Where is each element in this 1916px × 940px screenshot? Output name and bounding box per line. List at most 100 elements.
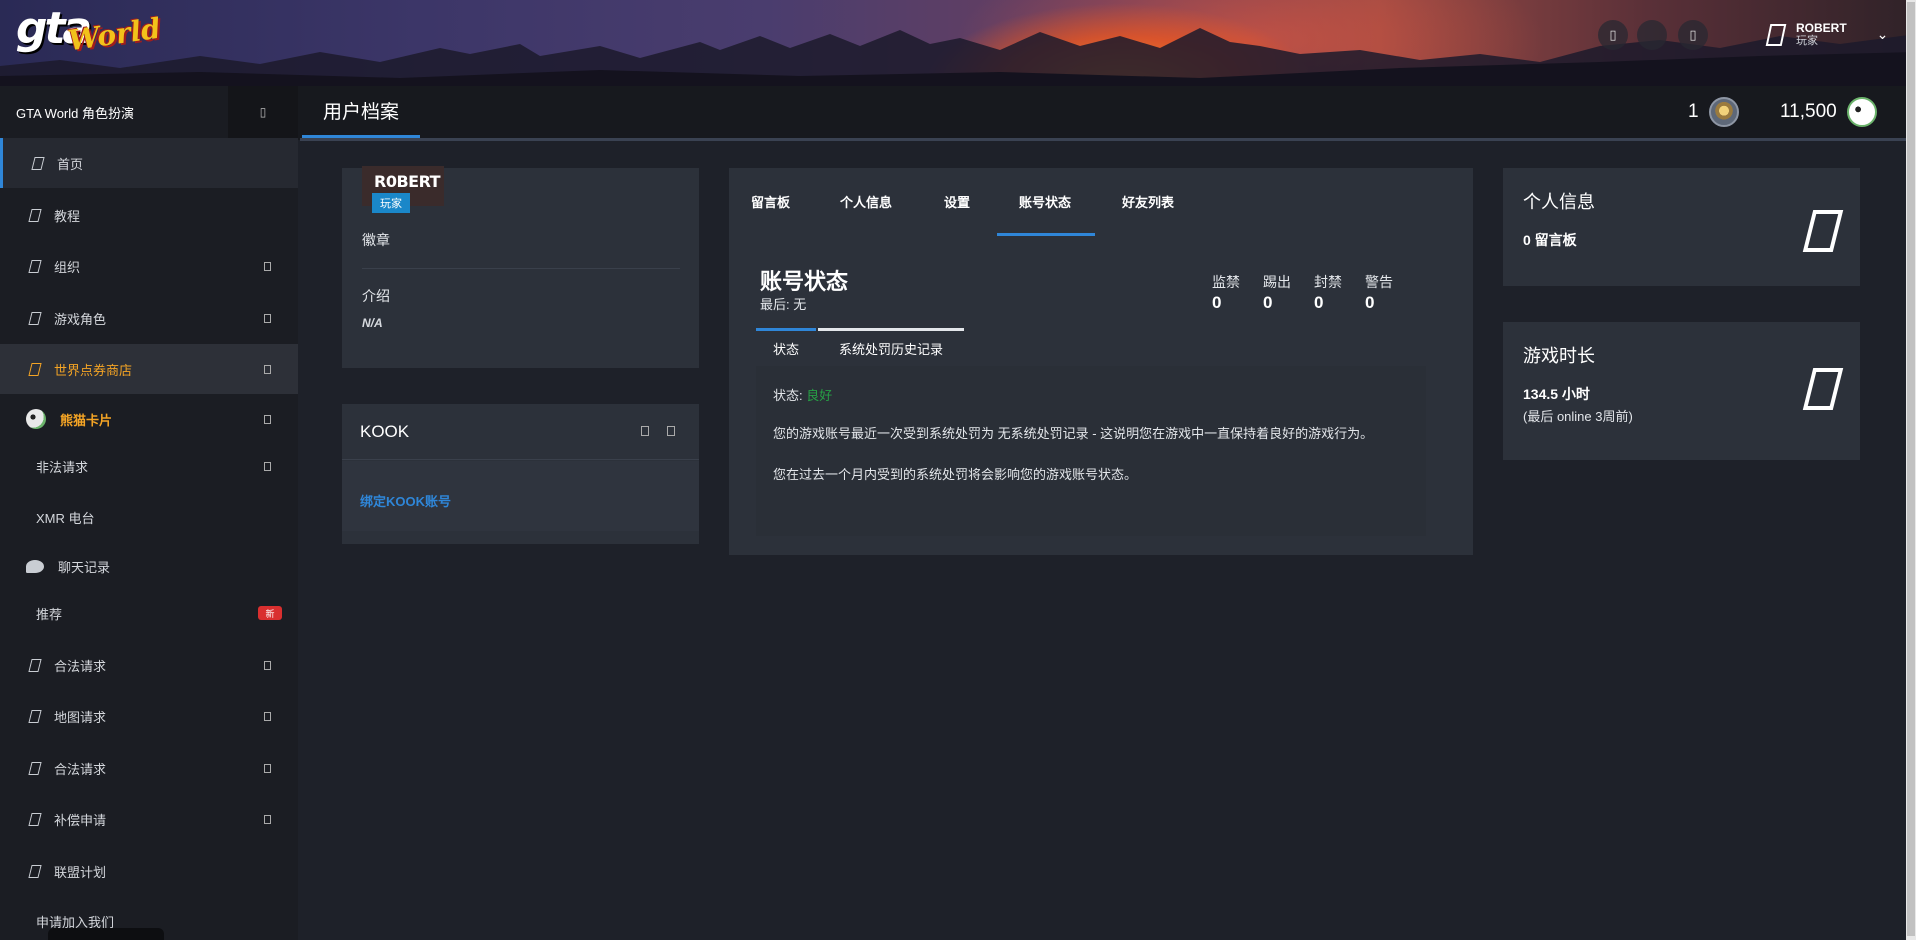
subtab-punishment-history[interactable]: 系统处罚历史记录	[818, 328, 964, 366]
document-icon	[28, 761, 42, 775]
kook-body: 绑定KOOK账号	[342, 461, 699, 531]
header-banner: gta World ▯ ▯ ROBERT 玩家 ⌄	[0, 0, 1916, 86]
sidebar-item-characters[interactable]: 游戏角色	[0, 293, 298, 343]
document-icon[interactable]: ▯	[1678, 20, 1708, 50]
document-icon[interactable]: ▯	[1598, 20, 1628, 50]
medal-icon	[1708, 97, 1739, 127]
sidebar-item-illegal-request[interactable]: 非法请求	[0, 441, 298, 491]
document-icon	[31, 156, 45, 170]
sidebar-item-panda-card[interactable]: 熊猫卡片	[0, 394, 298, 444]
document-icon	[28, 864, 42, 878]
sidebar-item-compensation[interactable]: 补偿申请	[0, 794, 298, 844]
kook-card: KOOK 绑定KOOK账号	[342, 404, 699, 544]
last-punishment: 最后: 无	[760, 297, 807, 312]
status-paragraph: 您的游戏账号最近一次受到系统处罚为 无系统处罚记录 - 这说明您在游戏中一直保持…	[773, 426, 1374, 441]
card-title: 游戏时长	[1523, 346, 1595, 366]
site-logo[interactable]: gta World	[16, 4, 163, 58]
chat-icon	[26, 559, 44, 573]
page-title: 用户档案	[302, 86, 420, 138]
expand-icon	[264, 814, 271, 824]
document-icon	[28, 658, 42, 672]
chevron-down-icon[interactable]: ⌄	[1877, 26, 1889, 43]
profile-name: R0BERT	[374, 172, 441, 191]
count-ban: 封禁 0	[1314, 274, 1342, 312]
status-paragraph: 您在过去一个月内受到的系统处罚将会影响您的游戏账号状态。	[773, 467, 1138, 482]
card-title: 个人信息	[1523, 192, 1595, 212]
new-badge: 新	[258, 606, 282, 620]
personal-info-card: 个人信息 0 留言板	[1503, 168, 1860, 286]
expand-icon	[264, 660, 271, 670]
tab-account-status[interactable]: 账号状态	[1019, 192, 1071, 211]
intro-value: N/A	[362, 316, 383, 330]
top-bar: GTA World 角色扮演 ▯ 用户档案 1 11,500	[0, 86, 1916, 140]
site-name[interactable]: GTA World 角色扮演	[0, 86, 228, 138]
count-warning: 警告 0	[1365, 274, 1393, 312]
avatar-icon[interactable]	[1637, 20, 1667, 50]
sidebar-item-map-request[interactable]: 地图请求	[0, 691, 298, 741]
document-icon	[28, 812, 42, 826]
expand-icon	[264, 261, 271, 271]
subtab-status[interactable]: 状态	[756, 328, 816, 366]
expand-icon	[264, 461, 271, 471]
status-line: 状态: 良好	[773, 388, 833, 403]
badges-label: 徽章	[362, 232, 390, 248]
sidebar-item-organization[interactable]: 组织	[0, 241, 298, 291]
status-panel	[756, 366, 1426, 536]
sidebar-item-tutorial[interactable]: 教程	[0, 190, 298, 240]
sidebar-item-affiliate[interactable]: 联盟计划	[0, 846, 298, 896]
card-value: 134.5 小时	[1523, 386, 1590, 402]
sidebar-item-chat-log[interactable]: 聊天记录	[0, 541, 298, 591]
user-name: ROBERT	[1796, 21, 1847, 35]
role-badge: 玩家	[372, 193, 410, 213]
document-icon	[28, 259, 42, 273]
menu-toggle-icon[interactable]: ▯	[228, 86, 298, 138]
close-icon[interactable]	[667, 426, 675, 436]
active-tab-indicator	[997, 233, 1095, 236]
account-status-card: 留言板 个人信息 设置 账号状态 好友列表 账号状态 最后: 无 监禁 0 踢出 0…	[729, 168, 1473, 555]
count-jail: 监禁 0	[1212, 274, 1240, 312]
expand-icon	[264, 313, 271, 323]
document-icon	[28, 311, 42, 325]
document-icon	[28, 362, 42, 376]
medal-count: 1	[1688, 86, 1739, 138]
divider	[362, 268, 680, 269]
card-subtext: (最后 online 3周前)	[1523, 409, 1633, 424]
count-kick: 踢出 0	[1263, 274, 1291, 312]
profile-tabs: 留言板 个人信息 设置 账号状态 好友列表	[729, 168, 1473, 236]
scrollbar-thumb[interactable]	[1907, 2, 1915, 936]
sidebar-item-home[interactable]: 首页	[0, 138, 298, 188]
sidebar: 首页 教程 组织 游戏角色 世界点券商店 熊猫卡片 非法请求 XMR 电台 聊天…	[0, 138, 298, 940]
user-icon	[1765, 23, 1787, 46]
tab-friends[interactable]: 好友列表	[1122, 192, 1174, 211]
city-skyline-image	[0, 28, 1916, 86]
sidebar-item-xmr-radio[interactable]: XMR 电台	[0, 492, 298, 542]
sidebar-item-referral[interactable]: 推荐新	[0, 588, 298, 638]
playtime-card: 游戏时长 134.5 小时 (最后 online 3周前)	[1503, 322, 1860, 460]
section-title: 账号状态	[760, 269, 849, 294]
scrollbar[interactable]	[1906, 0, 1916, 940]
sidebar-item-legal-request-2[interactable]: 合法请求	[0, 743, 298, 793]
document-icon	[1802, 210, 1844, 252]
panda-coin-icon	[1846, 97, 1877, 127]
document-icon	[28, 709, 42, 723]
tab-personal-info[interactable]: 个人信息	[840, 192, 892, 211]
sidebar-item-legal-request[interactable]: 合法请求	[0, 640, 298, 690]
expand-icon	[264, 364, 271, 374]
divider	[300, 138, 1916, 141]
expand-icon	[264, 763, 271, 773]
bind-kook-link[interactable]: 绑定KOOK账号	[360, 491, 451, 510]
user-role: 玩家	[1796, 35, 1818, 47]
tab-message-board[interactable]: 留言板	[751, 192, 790, 211]
collapse-icon[interactable]	[641, 426, 649, 436]
kook-title: KOOK	[360, 422, 410, 441]
kook-header: KOOK	[342, 404, 699, 460]
card-value: 0 留言板	[1523, 232, 1577, 248]
document-icon	[28, 208, 42, 222]
user-menu[interactable]: ROBERT 玩家 ⌄	[1765, 21, 1889, 47]
points-count: 11,500	[1780, 86, 1877, 138]
document-icon	[1802, 368, 1844, 410]
status-value: 良好	[806, 388, 833, 403]
tab-settings[interactable]: 设置	[944, 192, 970, 211]
expand-icon	[264, 711, 271, 721]
sidebar-item-store[interactable]: 世界点券商店	[0, 344, 298, 394]
